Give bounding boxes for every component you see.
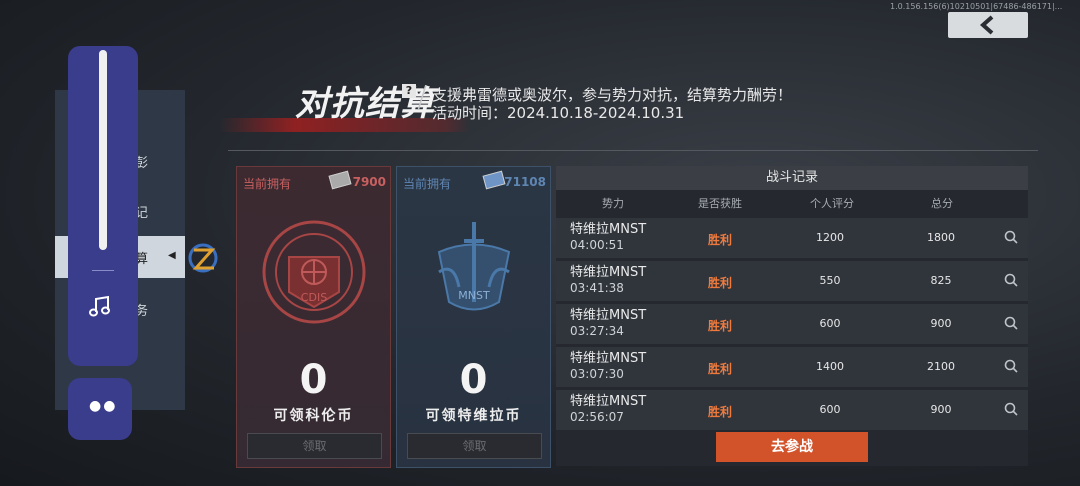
claimable-label: 可领科伦币 xyxy=(273,408,354,424)
currency-card-koren: 当前拥有 7900 CDIS 0 可领科伦币 领取 xyxy=(236,166,391,468)
ticket-icon xyxy=(482,170,506,190)
help-icon[interactable]: ? xyxy=(402,84,416,98)
owned-count: 71108 xyxy=(504,175,546,189)
caret-left-icon: ◀ xyxy=(168,250,176,261)
back-button[interactable] xyxy=(948,12,1028,38)
row-result: 胜利 xyxy=(708,405,733,419)
col-total: 总分 xyxy=(931,197,953,210)
faction-logo-icon xyxy=(188,243,218,273)
row-faction: 特维拉MNST xyxy=(570,308,647,323)
battle-records: 战斗记录 势力 是否获胜 个人评分 总分 特维拉MNST 04:00:51 胜利… xyxy=(556,166,1028,466)
row-score: 600 xyxy=(819,403,841,416)
row-result: 胜利 xyxy=(708,233,733,247)
claimable-amount: 0 xyxy=(299,357,328,403)
claimable-amount: 0 xyxy=(459,357,488,403)
table-row[interactable]: 特维拉MNST 03:07:30 胜利 1400 2100 xyxy=(556,347,1028,387)
row-score: 600 xyxy=(819,317,841,330)
table-row[interactable]: 特维拉MNST 03:27:34 胜利 600 900 xyxy=(556,304,1028,344)
col-win: 是否获胜 xyxy=(698,197,742,210)
back-arrow-icon xyxy=(979,15,994,35)
banknote-icon xyxy=(328,170,352,190)
row-result: 胜利 xyxy=(708,319,733,333)
row-total: 2100 xyxy=(927,360,955,373)
volume-divider xyxy=(92,270,114,271)
col-faction: 势力 xyxy=(602,197,624,210)
cdis-emblem-icon: CDIS xyxy=(262,220,366,324)
row-total: 1800 xyxy=(927,231,955,244)
row-total: 825 xyxy=(930,274,952,287)
row-result: 胜利 xyxy=(708,276,733,290)
search-icon[interactable] xyxy=(1004,273,1018,287)
claimable-label: 可领特维拉币 xyxy=(425,408,522,424)
row-faction: 特维拉MNST xyxy=(570,222,647,237)
row-time: 03:41:38 xyxy=(570,281,624,295)
more-dots-icon: ●● xyxy=(89,398,118,414)
row-time: 03:27:34 xyxy=(570,324,624,338)
search-icon[interactable] xyxy=(1004,316,1018,330)
table-row[interactable]: 特维拉MNST 04:00:51 胜利 1200 1800 xyxy=(556,218,1028,258)
owned-label: 当前拥有 xyxy=(403,177,452,191)
row-score: 1400 xyxy=(816,360,844,373)
records-title: 战斗记录 xyxy=(556,166,1028,190)
currency-card-tevra: 当前拥有 71108 MNST 0 可领特维拉币 领取 xyxy=(396,166,551,468)
row-total: 900 xyxy=(930,317,952,330)
row-total: 900 xyxy=(930,403,952,416)
row-faction: 特维拉MNST xyxy=(570,351,647,366)
emblem-text: CDIS xyxy=(301,291,327,304)
claim-button[interactable]: 领取 xyxy=(407,433,542,459)
join-battle-button[interactable]: 去参战 xyxy=(716,432,868,462)
table-row[interactable]: 特维拉MNST 02:56:07 胜利 600 900 xyxy=(556,390,1028,430)
col-score: 个人评分 xyxy=(810,197,854,210)
version-text: 1.0.156.156(6)10210501|67486-486171|... xyxy=(890,2,1063,11)
volume-slider-fill[interactable] xyxy=(99,50,107,250)
search-icon[interactable] xyxy=(1004,230,1018,244)
row-faction: 特维拉MNST xyxy=(570,265,647,280)
row-time: 04:00:51 xyxy=(570,238,624,252)
mnst-emblem-icon: MNST xyxy=(437,222,511,311)
claim-button[interactable]: 领取 xyxy=(247,433,382,459)
emblem-text: MNST xyxy=(458,289,490,302)
owned-count: 7900 xyxy=(352,175,386,189)
row-faction: 特维拉MNST xyxy=(570,394,647,409)
row-score: 1200 xyxy=(816,231,844,244)
table-row[interactable]: 特维拉MNST 03:41:38 胜利 550 825 xyxy=(556,261,1028,301)
row-score: 550 xyxy=(819,274,841,287)
row-time: 02:56:07 xyxy=(570,410,624,424)
search-icon[interactable] xyxy=(1004,402,1018,416)
search-icon[interactable] xyxy=(1004,359,1018,373)
event-date: 活动时间：2024.10.18-2024.10.31 xyxy=(432,104,685,122)
owned-label: 当前拥有 xyxy=(243,177,292,191)
row-time: 03:07:30 xyxy=(570,367,624,381)
row-result: 胜利 xyxy=(708,362,733,376)
music-note-icon[interactable] xyxy=(88,294,114,318)
title-divider: / xyxy=(417,80,428,115)
